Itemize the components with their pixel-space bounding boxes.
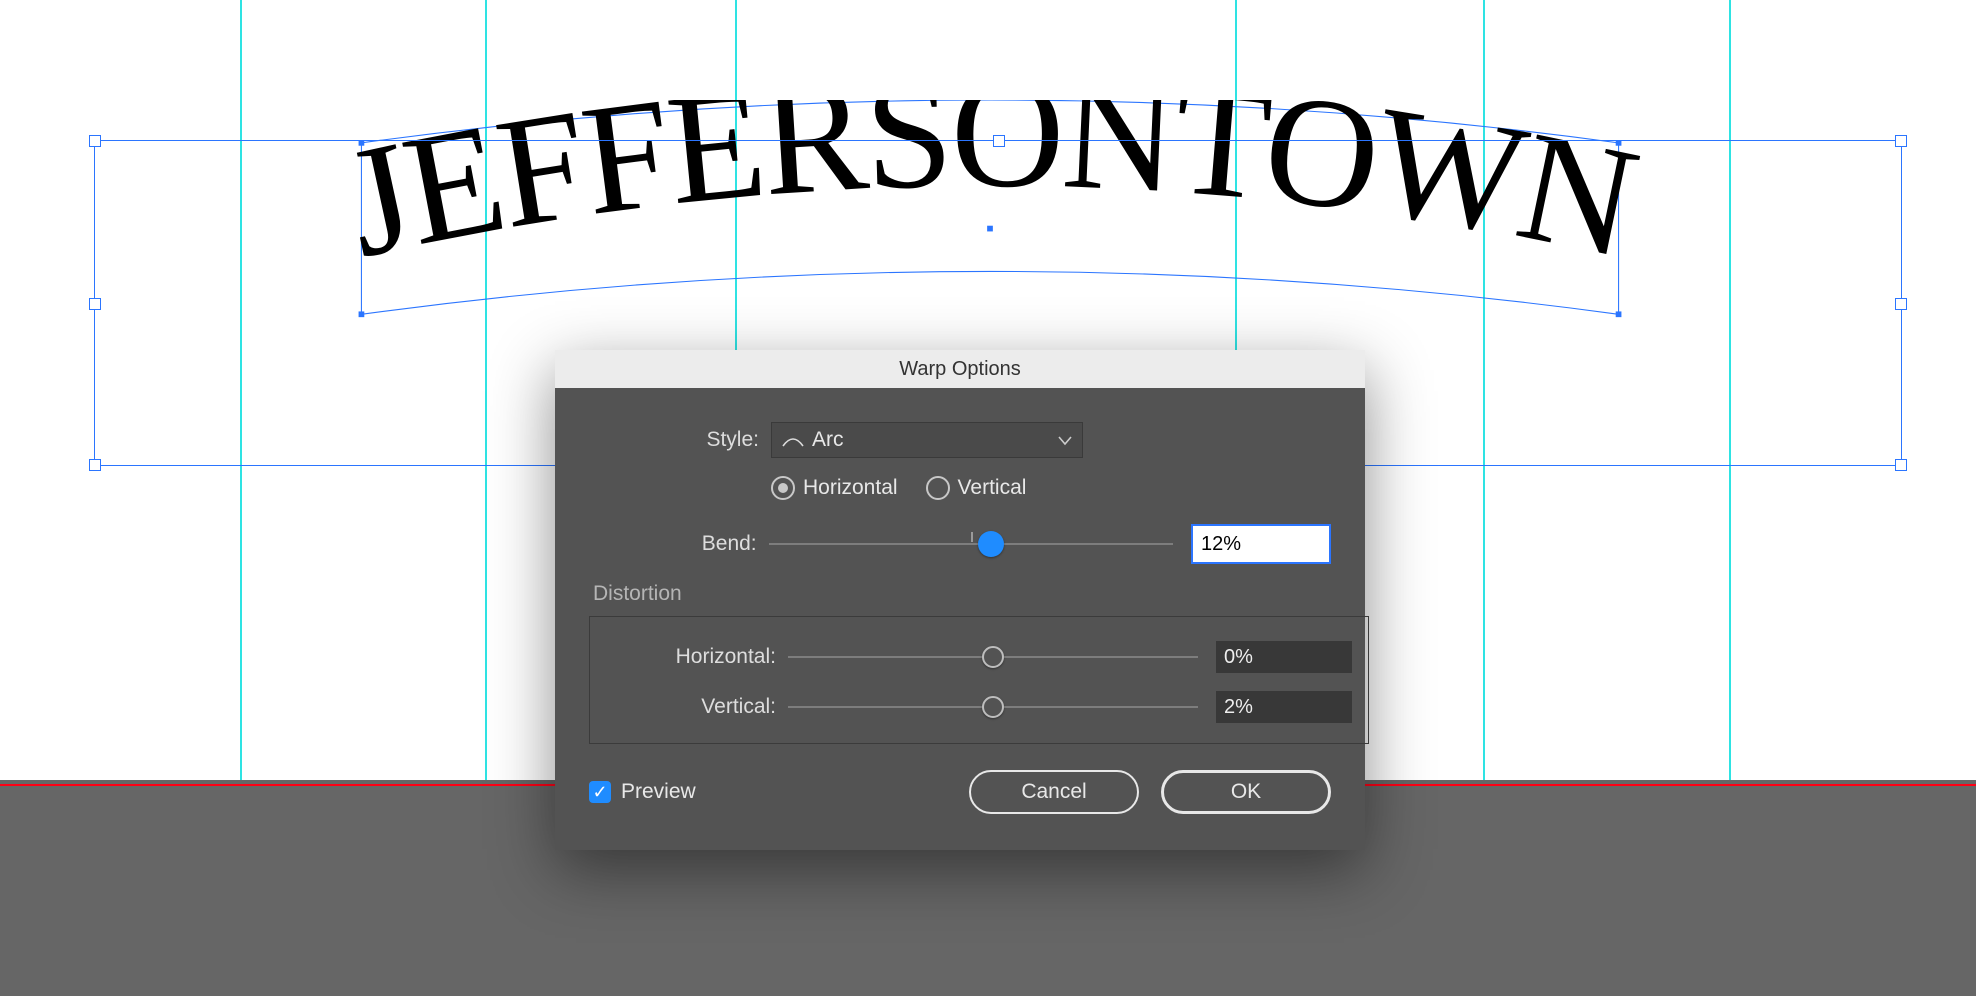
bend-value-input[interactable] [1191,524,1331,564]
distortion-group: Horizontal: 0% Vertical: 2% [589,616,1369,744]
dist-horizontal-thumb[interactable] [982,646,1004,668]
dialog-title[interactable]: Warp Options [555,350,1365,388]
style-label: Style: [589,428,759,452]
dist-horizontal-slider[interactable] [788,645,1198,669]
envelope-bottom-edge [361,271,1618,314]
radio-unselected-icon [926,476,950,500]
preview-checkbox[interactable]: ✓ Preview [589,780,696,804]
bend-slider-thumb[interactable] [978,531,1004,557]
bend-label: Bend: [589,532,757,556]
radio-selected-icon [771,476,795,500]
arc-icon [782,432,804,448]
direction-horizontal-label: Horizontal [803,476,898,500]
chevron-down-icon [1058,428,1072,452]
dist-vertical-value[interactable]: 2% [1216,691,1352,723]
direction-horizontal-radio[interactable]: Horizontal [771,476,898,500]
cancel-button[interactable]: Cancel [969,770,1139,814]
dist-vertical-label: Vertical: [606,695,776,719]
direction-vertical-radio[interactable]: Vertical [926,476,1027,500]
warp-options-dialog: Warp Options Style: Arc Horizontal [555,350,1365,850]
jeffersontown-text: JEFFERSONTOWN [331,100,1648,290]
style-dropdown[interactable]: Arc [771,422,1083,458]
style-value: Arc [812,428,844,452]
dist-horizontal-label: Horizontal: [606,645,776,669]
dist-vertical-thumb[interactable] [982,696,1004,718]
dist-vertical-slider[interactable] [788,695,1198,719]
distortion-section-label: Distortion [593,582,1331,606]
ok-button[interactable]: OK [1161,770,1331,814]
preview-label: Preview [621,780,696,804]
checkmark-icon: ✓ [589,781,611,803]
bend-slider[interactable] [769,532,1173,556]
direction-vertical-label: Vertical [958,476,1027,500]
dist-horizontal-value[interactable]: 0% [1216,641,1352,673]
